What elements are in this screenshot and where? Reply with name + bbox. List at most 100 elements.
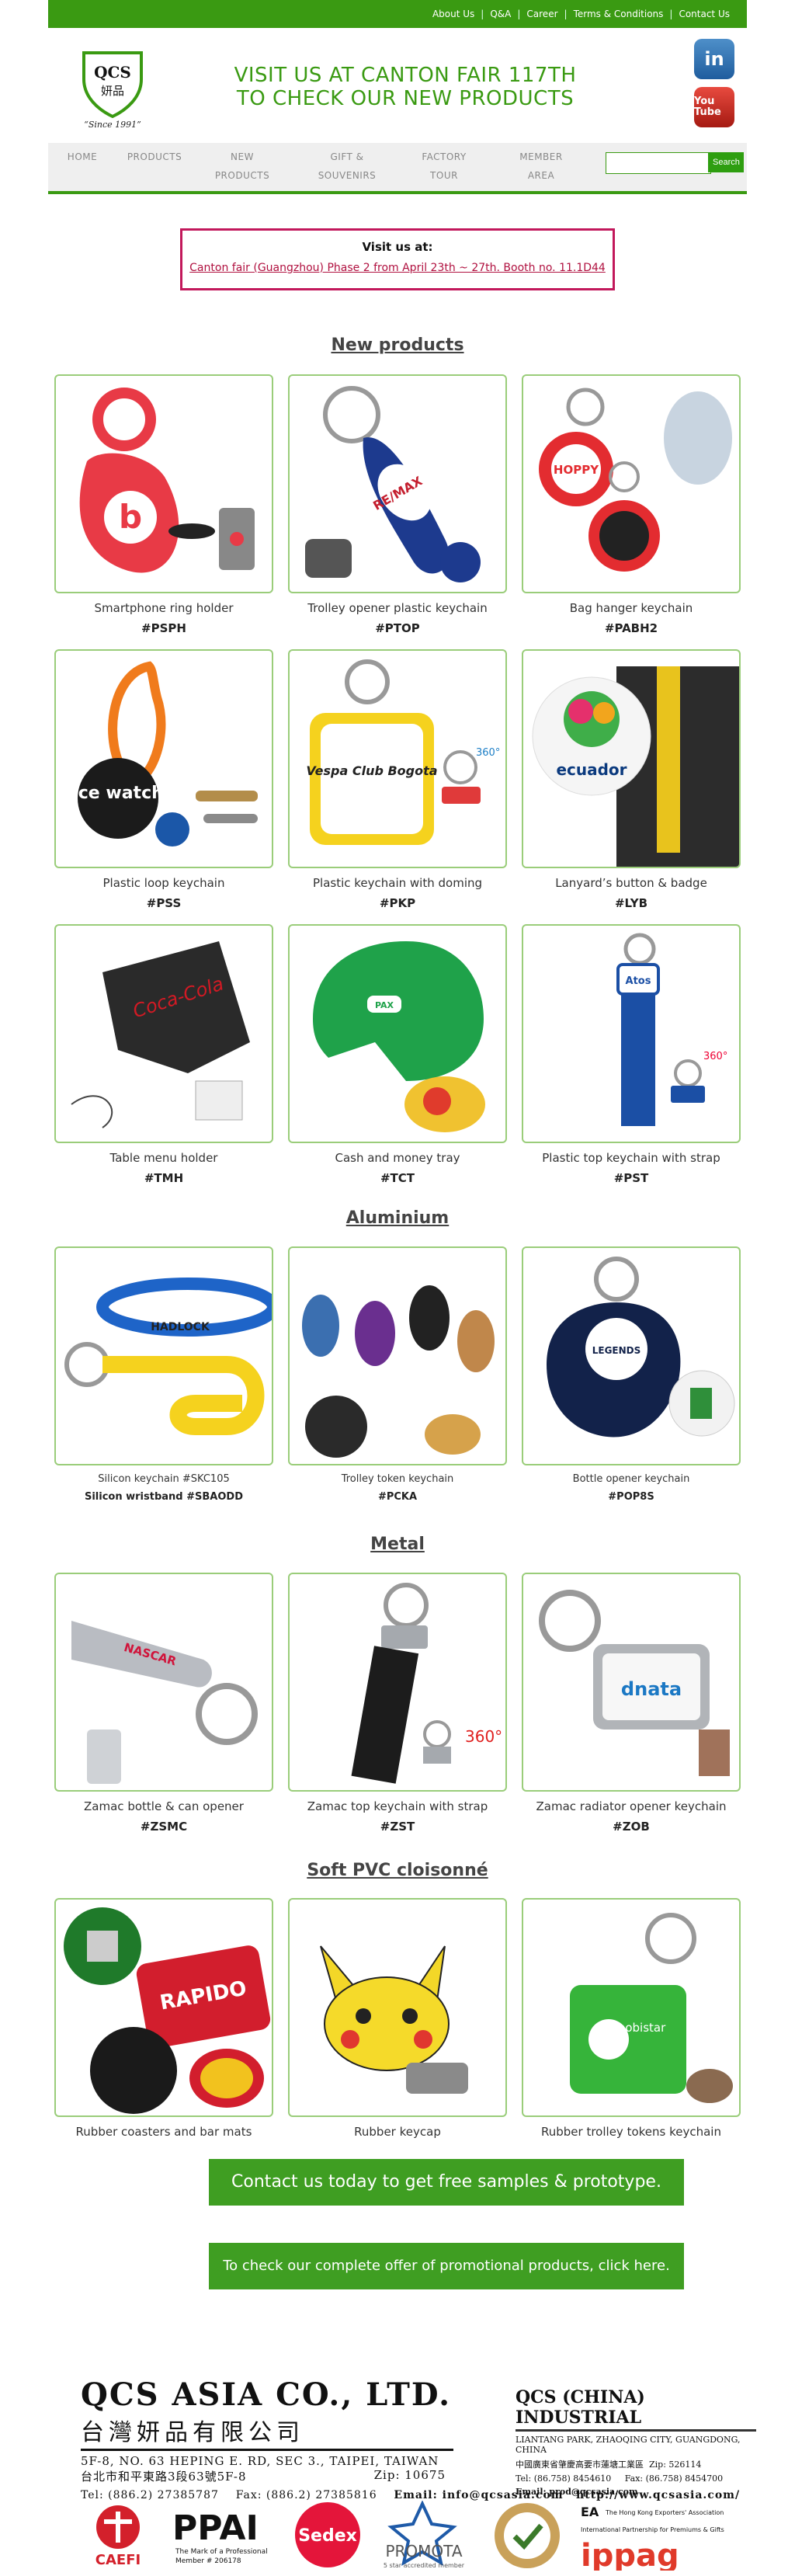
- product-card[interactable]: LEGENDS Bottle opener keychain #POP8S: [522, 1246, 741, 1503]
- product-image[interactable]: RAPIDO: [54, 1898, 273, 2117]
- nav-products[interactable]: PRODUCTS: [120, 148, 189, 166]
- top-link-qa[interactable]: Q&A: [490, 9, 511, 19]
- product-image[interactable]: HOPPY: [522, 374, 741, 593]
- china-office-tel: Tel: (86.758) 8454610: [516, 2473, 612, 2484]
- rotate-label: 360°: [476, 747, 500, 759]
- product-code: #PCKA: [377, 1491, 418, 1503]
- product-code: #PKP: [379, 896, 416, 910]
- product-card[interactable]: mobistar Rubber trolley tokens keychain: [522, 1898, 741, 2139]
- nav-home[interactable]: HOME: [64, 148, 101, 166]
- social-links: in You Tube: [694, 39, 734, 135]
- china-office-address-cn: 中國廣東省肇慶高要市蓮塘工業區: [516, 2460, 644, 2470]
- logo-since: “Since 1991”: [84, 120, 141, 130]
- nav-factory-tour[interactable]: FACTORY TOUR: [413, 148, 475, 185]
- product-card[interactable]: HADLOCK Silicon keychain #SKC105 Silicon…: [54, 1246, 273, 1503]
- china-office-address: LIANTANG PARK, ZHAOQING CITY, GUANGDONG,…: [516, 2435, 741, 2455]
- product-brand-mark: Atos: [626, 975, 651, 987]
- product-card[interactable]: dnata Zamac radiator opener keychain #ZO…: [522, 1573, 741, 1834]
- product-image[interactable]: ice watch: [54, 649, 273, 868]
- promota-logo-icon[interactable]: PROMOTA 5 star accredited member: [376, 2500, 477, 2571]
- product-image[interactable]: dnata: [522, 1573, 741, 1792]
- product-card[interactable]: Coca-Cola Table menu holder #TMH: [54, 924, 273, 1185]
- section-title-metal[interactable]: Metal: [48, 1535, 747, 1554]
- product-brand-mark: mobistar: [614, 2021, 666, 2035]
- ppai-member-number: Member # 206178: [175, 2557, 241, 2565]
- ppai-tagline: The Mark of a Professional: [175, 2548, 268, 2556]
- product-image[interactable]: LEGENDS: [522, 1246, 741, 1465]
- china-office-zip: Zip: 526114: [649, 2460, 702, 2470]
- product-code: #PSS: [146, 896, 182, 910]
- linkedin-icon[interactable]: in: [694, 39, 734, 79]
- product-image[interactable]: [288, 1246, 507, 1465]
- product-image[interactable]: PAX: [288, 924, 507, 1143]
- section-title-soft-pvc[interactable]: Soft PVC cloisonné: [48, 1861, 747, 1880]
- product-card[interactable]: 360° Zamac top keychain with strap #ZST: [288, 1573, 507, 1834]
- top-link-terms[interactable]: Terms & Conditions: [574, 9, 664, 19]
- search-input[interactable]: [606, 152, 711, 174]
- footer-china-office: QCS (CHINA) INDUSTRIAL LIANTANG PARK, ZH…: [516, 2387, 756, 2497]
- product-name: Rubber trolley tokens keychain: [541, 2125, 721, 2139]
- notice-title: Visit us at:: [362, 240, 433, 254]
- top-link-contact[interactable]: Contact Us: [679, 9, 730, 19]
- company-logo[interactable]: QCS 妍品 “Since 1991”: [78, 48, 148, 130]
- section-title-aluminium[interactable]: Aluminium: [48, 1208, 747, 1228]
- product-code: Silicon wristband #SBAODD: [84, 1491, 243, 1503]
- sedex-logo-icon[interactable]: Sedex: [290, 2501, 368, 2571]
- china-office-email[interactable]: Email: prod@qcsasia.com: [516, 2487, 756, 2497]
- product-image[interactable]: ecuador: [522, 649, 741, 868]
- product-image[interactable]: RE/MAX: [288, 374, 507, 593]
- product-card[interactable]: RAPIDO Rubber coasters and bar mats: [54, 1898, 273, 2139]
- product-code: #PABH2: [604, 621, 658, 635]
- headline[interactable]: VISIT US AT CANTON FAIR 117TH TO CHECK O…: [203, 64, 607, 110]
- canton-fair-notice: Visit us at: Canton fair (Guangzhou) Pha…: [180, 228, 615, 290]
- product-image[interactable]: 360°: [288, 1573, 507, 1792]
- certification-logos: CAEFI PPAI The Mark of a Professional Me…: [81, 2500, 748, 2574]
- product-card[interactable]: Trolley token keychain #PCKA: [288, 1246, 507, 1503]
- promota-tagline: 5 star accredited member: [384, 2562, 465, 2569]
- logo-shield-icon: QCS 妍品: [82, 51, 143, 119]
- search-button[interactable]: Search: [708, 152, 744, 172]
- product-image[interactable]: Vespa Club Bogota 360°: [288, 649, 507, 868]
- product-card[interactable]: HOPPY Bag hanger keychain #PABH2: [522, 374, 741, 635]
- product-card[interactable]: Rubber keycap: [288, 1898, 507, 2139]
- cta-free-samples[interactable]: Contact us today to get free samples & p…: [209, 2159, 684, 2206]
- product-image[interactable]: [288, 1898, 507, 2117]
- product-image[interactable]: mobistar: [522, 1898, 741, 2117]
- product-image[interactable]: Atos 360°: [522, 924, 741, 1143]
- product-name: Plastic top keychain with strap: [542, 1151, 720, 1165]
- product-name: Rubber coasters and bar mats: [75, 2125, 252, 2139]
- product-image[interactable]: Coca-Cola: [54, 924, 273, 1143]
- product-image[interactable]: NASCAR: [54, 1573, 273, 1792]
- caefi-logo-icon[interactable]: CAEFI: [81, 2501, 158, 2571]
- section-title-new-products[interactable]: New products: [48, 335, 747, 355]
- product-card[interactable]: Atos 360° Plastic top keychain with stra…: [522, 924, 741, 1185]
- footer-zip: Zip: 10675: [373, 2468, 446, 2482]
- notice-link[interactable]: Canton fair (Guangzhou) Phase 2 from Apr…: [182, 262, 613, 274]
- top-link-career[interactable]: Career: [526, 9, 557, 19]
- cta-complete-offer[interactable]: To check our complete offer of promotion…: [209, 2243, 684, 2289]
- product-image[interactable]: HADLOCK: [54, 1246, 273, 1465]
- ppai-logo-icon[interactable]: PPAI The Mark of a Professional Member #…: [168, 2501, 276, 2571]
- nav-member-area[interactable]: MEMBER AREA: [510, 148, 572, 185]
- top-nav-bar: About Us | Q&A | Career | Terms & Condition…: [48, 0, 747, 28]
- nav-gift-souvenirs[interactable]: GIFT & SOUVENIRS: [312, 148, 382, 185]
- product-card[interactable]: Vespa Club Bogota 360° Plastic keychain …: [288, 649, 507, 910]
- top-link-about[interactable]: About Us: [432, 9, 474, 19]
- nav-new-products[interactable]: NEW PRODUCTS: [213, 148, 272, 185]
- product-card[interactable]: ecuador Lanyard’s button & badge #LYB: [522, 649, 741, 910]
- youtube-icon[interactable]: You Tube: [694, 87, 734, 127]
- ippag-logo-icon[interactable]: EA The Hong Kong Exporters' Association …: [578, 2501, 748, 2574]
- china-office-fax: Fax: (86.758) 8454700: [624, 2473, 724, 2484]
- csr-badge-icon[interactable]: [488, 2501, 566, 2571]
- headline-line1: VISIT US AT CANTON FAIR 117TH: [234, 64, 577, 87]
- product-name: Zamac bottle & can opener: [84, 1799, 244, 1813]
- product-card[interactable]: RE/MAX Trolley opener plastic keychain #…: [288, 374, 507, 635]
- product-brand-mark: b: [119, 498, 142, 536]
- product-card[interactable]: PAX Cash and money tray #TCT: [288, 924, 507, 1185]
- product-card[interactable]: NASCAR Zamac bottle & can opener #ZSMC: [54, 1573, 273, 1834]
- product-card[interactable]: ice watch Plastic loop keychain #PSS: [54, 649, 273, 910]
- product-name: Zamac top keychain with strap: [307, 1799, 488, 1813]
- main-nav: HOME PRODUCTS NEW PRODUCTS GIFT & SOUVEN…: [48, 143, 747, 194]
- product-image[interactable]: b: [54, 374, 273, 593]
- product-card[interactable]: b Smartphone ring holder #PSPH: [54, 374, 273, 635]
